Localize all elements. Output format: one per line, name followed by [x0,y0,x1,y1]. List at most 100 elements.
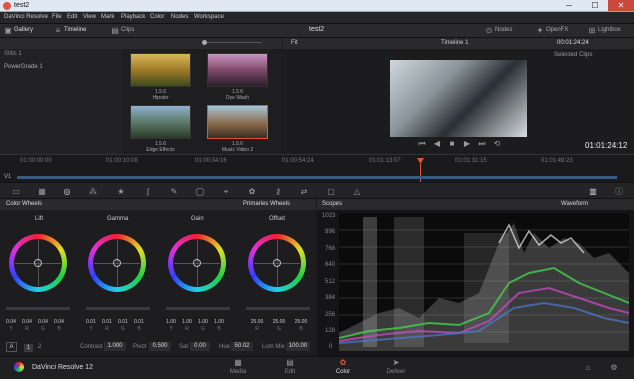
gain-y-value[interactable]: 1.00 [164,319,178,325]
page-1-button[interactable]: 1 [24,344,33,352]
stop-icon[interactable]: ■ [446,139,458,149]
offset-wheel[interactable] [248,234,306,292]
channel-label: Y [89,326,93,332]
rgb-mixer-icon[interactable]: ⁂ [87,187,99,197]
gain-b-value[interactable]: 1.00 [212,319,226,325]
gain-r-value[interactable]: 1.00 [180,319,194,325]
qualifier-icon[interactable]: ✎ [168,187,180,197]
offset-r-value[interactable]: 25.00 [248,319,266,325]
still-thumbnail[interactable] [207,53,268,87]
menu-color[interactable]: Color [150,14,164,20]
hue-value[interactable]: 50.02 [231,342,253,351]
track-clips[interactable] [17,176,617,179]
lummix-value[interactable]: 100.00 [286,342,310,351]
color-match-icon[interactable]: ▦ [36,187,48,197]
edit-page-icon[interactable]: ▤ [284,358,296,368]
powergrade-album[interactable]: PowerGrade 1 [4,64,43,70]
menu-workspace[interactable]: Workspace [194,14,224,20]
tab-lightbox[interactable]: Lightbox [598,27,621,33]
lift-b-value[interactable]: 0.04 [52,319,66,325]
gamma-y-value[interactable]: 0.01 [84,319,98,325]
gamma-b-value[interactable]: 0.01 [132,319,146,325]
gamma-master-slider[interactable] [86,307,150,310]
step-back-icon[interactable]: ◀ [431,139,443,149]
menu-davinci[interactable]: DaVinci Resolve [4,14,48,20]
sizing-icon[interactable]: ⇄ [298,187,310,197]
lift-wheel[interactable] [9,234,67,292]
skip-end-icon[interactable]: ⏭ [476,139,488,149]
wheel-label: Gain [191,216,204,222]
scope-mode-dropdown[interactable]: Waveform [561,201,588,207]
gamma-wheel[interactable] [88,234,146,292]
auto-balance-button[interactable]: A [6,342,17,352]
offset-b-value[interactable]: 25.00 [292,319,310,325]
menu-file[interactable]: File [52,14,62,20]
contrast-value[interactable]: 1.000 [104,342,126,351]
close-button[interactable]: ✕ [608,0,634,11]
curves-icon[interactable]: ∫ [142,187,154,197]
maximize-button[interactable]: ☐ [582,0,608,11]
menu-nodes[interactable]: Nodes [171,14,188,20]
key-icon[interactable]: ⚷ [272,187,284,197]
loop-icon[interactable]: ⟲ [491,139,503,149]
offset-g-value[interactable]: 25.00 [270,319,288,325]
minimize-button[interactable]: ─ [556,0,582,11]
menu-edit[interactable]: Edit [67,14,77,20]
highlight-icon[interactable]: △ [351,187,363,197]
page-color[interactable]: Color [313,369,373,375]
media-page-icon[interactable]: ▦ [232,358,244,368]
window-icon[interactable]: ◯ [194,187,206,197]
fit-dropdown[interactable]: Fit [291,40,298,46]
sat-value[interactable]: 0.00 [190,342,210,351]
scopes-toggle-icon[interactable]: ▥ [587,187,599,197]
gamma-g-value[interactable]: 0.01 [116,319,130,325]
menu-playback[interactable]: Playback [121,14,145,20]
page-deliver[interactable]: Deliver [366,369,426,375]
page-media[interactable]: Media [208,369,268,375]
tab-timeline[interactable]: Timeline [64,27,86,33]
blur-icon[interactable]: ✿ [246,187,258,197]
camera-raw-icon[interactable]: ▭ [10,187,22,197]
timeline-dropdown[interactable]: Timeline 1 [441,40,468,46]
zoom-slider-handle[interactable] [202,40,207,45]
play-icon[interactable]: ▶ [461,139,473,149]
lift-g-value[interactable]: 0.04 [36,319,50,325]
still-thumbnail-selected[interactable] [207,105,268,139]
selected-clips-dropdown[interactable]: Selected Clips [554,52,592,58]
page-2-button[interactable]: 2 [38,344,41,350]
page-edit[interactable]: Edit [260,369,320,375]
tab-nodes[interactable]: Nodes [495,27,512,33]
skip-start-icon[interactable]: ⏮ [416,139,428,149]
still-thumbnail[interactable] [130,53,191,87]
wheels-mode-dropdown[interactable]: Primaries Wheels [243,201,290,207]
menu-view[interactable]: View [83,14,96,20]
color-wheels-icon[interactable]: ◎ [61,187,73,197]
lift-r-value[interactable]: 0.04 [20,319,34,325]
offset-master-slider[interactable] [246,307,310,310]
motion-effects-icon[interactable]: ★ [115,187,127,197]
tab-gallery[interactable]: Gallery [14,27,33,33]
home-icon[interactable]: ⌂ [582,363,594,373]
gain-master-slider[interactable] [166,307,230,310]
tab-clips[interactable]: Clips [121,27,134,33]
gamma-r-value[interactable]: 0.01 [100,319,114,325]
stills-album[interactable]: Stills 1 [4,51,22,57]
gain-g-value[interactable]: 1.00 [196,319,210,325]
color-page-icon[interactable]: ✿ [337,358,349,368]
mini-timeline[interactable]: 01:00:00:00 01:00:10:08 01:00:34:16 01:0… [0,154,634,183]
tab-openfx[interactable]: OpenFX [546,27,568,33]
info-icon[interactable]: ⓘ [613,187,625,197]
lift-y-value[interactable]: 0.04 [4,319,18,325]
zoom-slider[interactable] [202,42,262,43]
lift-master-slider[interactable] [6,307,70,310]
settings-icon[interactable]: ⚙ [608,363,620,373]
menu-mark[interactable]: Mark [101,14,114,20]
deliver-page-icon[interactable]: ➤ [390,358,402,368]
still-thumbnail[interactable] [130,105,191,139]
palette-toolbar: ▭ ▦ ◎ ⁂ ★ ∫ ✎ ◯ ⌖ ✿ ⚷ ⇄ ▢ △ ▥ ⓘ [0,182,634,199]
page-navigation: DaVinci Resolve 12 ▦ Media ▤ Edit ✿ Colo… [0,356,634,379]
tracker-icon[interactable]: ⌖ [220,187,232,197]
pivot-value[interactable]: 0.500 [149,342,171,351]
stereo-icon[interactable]: ▢ [325,187,337,197]
gain-wheel[interactable] [168,234,226,292]
